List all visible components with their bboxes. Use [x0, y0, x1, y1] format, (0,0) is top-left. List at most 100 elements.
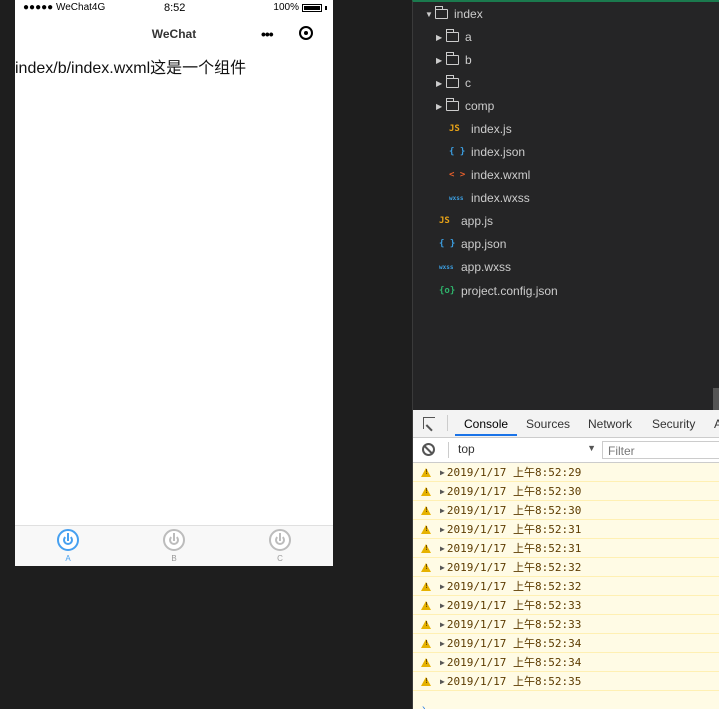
warning-icon	[421, 562, 431, 572]
tree-label: a	[465, 30, 472, 44]
tree-file-index-wxml[interactable]: < > index.wxml	[449, 165, 530, 185]
expand-arrow-icon: ▶	[440, 467, 445, 477]
battery-percent: 100%	[273, 2, 299, 13]
tree-scrollbar[interactable]	[713, 388, 719, 412]
tab-network[interactable]: Network	[588, 417, 632, 431]
log-text: 2019/1/17 上午8:52:33	[446, 599, 582, 612]
tree-file-app-js[interactable]: JS app.js	[439, 211, 493, 231]
wxml-file-icon: < >	[449, 170, 466, 180]
log-text: 2019/1/17 上午8:52:34	[446, 637, 582, 650]
power-icon	[163, 529, 185, 551]
log-row[interactable]: ▶2019/1/17 上午8:52:34	[413, 634, 719, 653]
log-row[interactable]: ▶2019/1/17 上午8:52:33	[413, 596, 719, 615]
log-row[interactable]: ▶2019/1/17 上午8:52:30	[413, 501, 719, 520]
warning-icon	[421, 600, 431, 610]
tree-folder-c[interactable]: ▶ c	[436, 73, 471, 93]
tab-c[interactable]: C	[227, 526, 333, 566]
log-row[interactable]: ▶2019/1/17 上午8:52:32	[413, 558, 719, 577]
tree-label: app.json	[461, 237, 507, 251]
tree-file-index-js[interactable]: JS index.js	[449, 119, 512, 139]
expand-arrow-icon: ▶	[440, 562, 445, 572]
wxss-file-icon: wxss	[439, 263, 454, 271]
tree-folder-b[interactable]: ▶ b	[436, 50, 472, 70]
tree-folder-comp[interactable]: ▶ comp	[436, 96, 494, 116]
tab-b[interactable]: B	[121, 526, 227, 566]
tree-file-app-json[interactable]: { } app.json	[439, 234, 506, 254]
expand-arrow-icon: ▶	[440, 619, 445, 629]
js-file-icon: JS	[439, 216, 450, 226]
expand-arrow-icon: ▶	[440, 657, 445, 667]
tree-file-index-wxss[interactable]: wxss index.wxss	[449, 188, 530, 208]
devtools-tab-bar: Console Sources Network Security A	[413, 410, 719, 438]
console-prompt-icon[interactable]: ›	[422, 703, 425, 709]
tab-a[interactable]: A	[15, 526, 121, 566]
expand-arrow-icon: ▶	[440, 676, 445, 686]
tree-file-app-wxss[interactable]: wxss app.wxss	[439, 257, 511, 277]
warning-icon	[421, 524, 431, 534]
tree-label: comp	[465, 99, 495, 113]
log-row[interactable]: ▶2019/1/17 上午8:52:31	[413, 520, 719, 539]
expand-arrow-icon: ▶	[440, 524, 445, 534]
folder-icon	[445, 75, 459, 88]
tab-label: B	[171, 554, 177, 563]
caret-down-icon: ▼	[587, 443, 596, 453]
log-row[interactable]: ▶2019/1/17 上午8:52:30	[413, 482, 719, 501]
log-row[interactable]: ▶2019/1/17 上午8:52:32	[413, 577, 719, 596]
log-text: 2019/1/17 上午8:52:33	[446, 618, 582, 631]
json-file-icon: { }	[449, 147, 466, 157]
log-row[interactable]: ▶2019/1/17 上午8:52:33	[413, 615, 719, 634]
tab-sources[interactable]: Sources	[526, 417, 570, 431]
navigation-bar: WeChat •••	[15, 16, 333, 52]
tree-folder-a[interactable]: ▶ a	[436, 27, 472, 47]
battery-status: 100%	[273, 2, 327, 13]
log-text: 2019/1/17 上午8:52:32	[446, 580, 582, 593]
log-row[interactable]: ▶2019/1/17 上午8:52:34	[413, 653, 719, 672]
close-capsule-icon[interactable]	[299, 26, 313, 40]
tree-label: project.config.json	[461, 284, 558, 298]
devtools-panel: Console Sources Network Security A top ▼…	[412, 410, 719, 709]
log-text: 2019/1/17 上午8:52:29	[446, 466, 582, 479]
tree-label: index.json	[471, 145, 526, 159]
clear-console-icon[interactable]	[422, 443, 435, 456]
folder-icon	[445, 29, 459, 42]
tab-label: A	[65, 554, 71, 563]
wxss-file-icon: wxss	[449, 194, 464, 202]
tree-folder-index[interactable]: ▼ index	[425, 4, 483, 24]
config-file-icon: {o}	[439, 286, 456, 296]
tree-file-project-config[interactable]: {o} project.config.json	[439, 281, 558, 301]
log-row[interactable]: ▶2019/1/17 上午8:52:29	[413, 463, 719, 482]
js-file-icon: JS	[449, 124, 460, 134]
nav-title: WeChat	[151, 27, 197, 41]
context-value: top	[458, 442, 475, 456]
tab-console[interactable]: Console	[464, 417, 508, 431]
log-row[interactable]: ▶2019/1/17 上午8:52:35	[413, 672, 719, 691]
warning-icon	[421, 657, 431, 667]
console-log-list: ▶2019/1/17 上午8:52:29 ▶2019/1/17 上午8:52:3…	[413, 463, 719, 709]
tab-label: C	[277, 554, 283, 563]
tab-overflow[interactable]: A	[714, 417, 719, 431]
chevron-down-icon: ▼	[425, 9, 433, 19]
log-text: 2019/1/17 上午8:52:35	[446, 675, 582, 688]
log-text: 2019/1/17 上午8:52:30	[446, 504, 582, 517]
console-toolbar: top ▼	[413, 438, 719, 463]
tab-security[interactable]: Security	[652, 417, 695, 431]
chevron-right-icon: ▶	[436, 101, 443, 111]
folder-icon	[445, 98, 459, 111]
warning-icon	[421, 467, 431, 477]
more-menu-icon[interactable]: •••	[261, 26, 274, 42]
folder-open-icon	[434, 6, 448, 19]
status-time: 8:52	[164, 2, 186, 14]
tree-file-index-json[interactable]: { } index.json	[449, 142, 525, 162]
context-select[interactable]: top ▼	[448, 442, 596, 458]
expand-arrow-icon: ▶	[440, 581, 445, 591]
expand-arrow-icon: ▶	[440, 638, 445, 648]
folder-icon	[445, 52, 459, 65]
chevron-right-icon: ▶	[436, 32, 443, 42]
filter-input[interactable]	[602, 441, 719, 459]
warning-icon	[421, 619, 431, 629]
log-row[interactable]: ▶2019/1/17 上午8:52:31	[413, 539, 719, 558]
inspect-element-icon[interactable]	[423, 417, 435, 429]
json-file-icon: { }	[439, 239, 456, 249]
warning-icon	[421, 581, 431, 591]
tree-label: index.wxml	[471, 168, 531, 182]
